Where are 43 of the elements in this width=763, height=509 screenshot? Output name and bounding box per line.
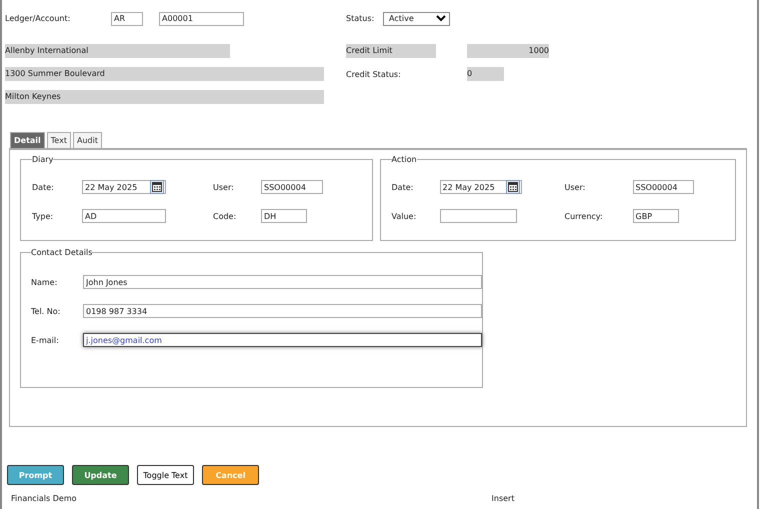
tab[interactable]: Text <box>46 132 71 148</box>
field-label: User: <box>213 182 235 192</box>
credit-limit-label: Credit Limit <box>346 44 436 58</box>
action-button[interactable]: Toggle Text <box>137 465 194 485</box>
input-field[interactable]: AD <box>82 209 166 223</box>
date-field[interactable]: 22 May 2025 <box>82 180 166 194</box>
status-dropdown[interactable]: Active <box>383 12 450 26</box>
input-field[interactable]: SSO00004 <box>632 180 694 194</box>
ledger-field[interactable]: AR <box>111 12 143 26</box>
field-label: Date: <box>392 182 414 192</box>
field-label: Value: <box>392 212 418 220</box>
tab[interactable]: Audit <box>72 132 102 148</box>
field-label: User: <box>564 182 586 192</box>
field-label: Currency: <box>564 212 604 220</box>
tab[interactable]: Detail <box>10 132 45 148</box>
field-label: Date: <box>32 182 55 192</box>
input-field[interactable] <box>440 209 516 223</box>
credit-limit-value: 1000 <box>467 44 549 58</box>
input-field[interactable]: DH <box>261 209 307 223</box>
ledger-label: Ledger/Account: <box>5 14 72 23</box>
group-legend: Diary <box>32 155 54 164</box>
status-label: Status: <box>346 14 376 23</box>
date-field[interactable]: 22 May 2025 <box>440 180 522 194</box>
group-legend: Action <box>392 155 417 164</box>
credit-status-label: Credit Status: <box>346 70 402 78</box>
input-field[interactable]: SSO00004 <box>261 180 323 194</box>
input-field[interactable]: 0198 987 3334 <box>83 304 482 318</box>
group-legend: Contact Details <box>31 248 92 257</box>
field-label: E-mail: <box>31 336 60 344</box>
status-text: Financials Demo <box>11 494 77 503</box>
input-field[interactable]: GBP <box>632 209 678 223</box>
input-field[interactable]: j.jones@gmail.com <box>83 333 482 347</box>
calendar-icon[interactable] <box>506 180 520 194</box>
calendar-icon[interactable] <box>150 180 164 194</box>
field-label: Code: <box>213 212 238 220</box>
action-button[interactable]: Update <box>72 465 129 485</box>
field-label: Name: <box>31 278 58 286</box>
credit-status-value: 0 <box>467 67 504 81</box>
field-label: Type: <box>32 212 54 220</box>
status-text: Insert <box>492 494 514 503</box>
chevron-down-icon <box>436 15 446 22</box>
account-field[interactable]: A00001 <box>159 12 244 26</box>
field-label: Tel. No: <box>31 306 62 316</box>
